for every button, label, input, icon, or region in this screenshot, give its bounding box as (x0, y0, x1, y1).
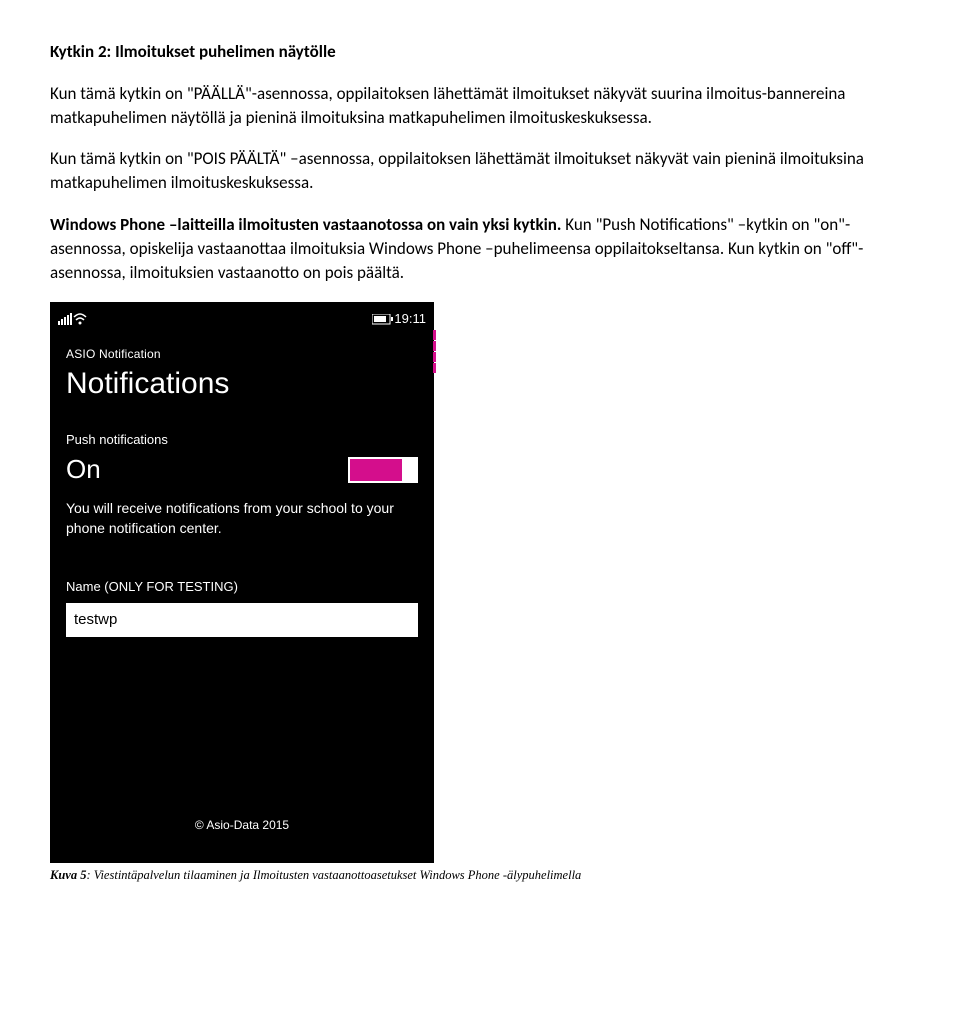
paragraph-3-bold: Windows Phone –laitteilla ilmoitusten va… (50, 214, 561, 235)
wifi-icon (72, 313, 88, 325)
toggle-knob (402, 457, 418, 483)
phone-screenshot: 19:11 ASIO Notification Notifications Pu… (50, 302, 434, 863)
section-heading: Kytkin 2: Ilmoitukset puhelimen näytölle (50, 40, 910, 64)
toggle-state-text: On (66, 451, 332, 487)
paragraph-1: Kun tämä kytkin on "PÄÄLLÄ"-asennossa, o… (50, 82, 910, 130)
caption-rest: : Viestintäpalvelun tilaaminen ja Ilmoit… (86, 868, 581, 882)
phone-copyright: © Asio-Data 2015 (50, 807, 434, 834)
status-time: 19:11 (394, 310, 426, 328)
push-toggle[interactable] (348, 457, 418, 483)
toggle-description: You will receive notifications from your… (50, 488, 434, 539)
battery-icon (372, 314, 394, 325)
name-input-label: Name (ONLY FOR TESTING) (66, 578, 418, 602)
caption-prefix: Kuva 5 (50, 868, 86, 882)
name-input[interactable] (66, 603, 418, 637)
paragraph-2: Kun tämä kytkin on "POIS PÄÄLTÄ" –asenno… (50, 147, 910, 195)
app-name: ASIO Notification (50, 332, 434, 363)
figure-caption: Kuva 5: Viestintäpalvelun tilaaminen ja … (50, 867, 910, 885)
paragraph-3: Windows Phone –laitteilla ilmoitusten va… (50, 213, 910, 284)
status-bar: 19:11 (50, 302, 434, 332)
push-notifications-label: Push notifications (50, 413, 434, 451)
side-marks (433, 330, 436, 373)
phone-page-title: Notifications (50, 363, 434, 413)
push-toggle-row: On (50, 451, 434, 487)
signal-icon (58, 313, 72, 325)
